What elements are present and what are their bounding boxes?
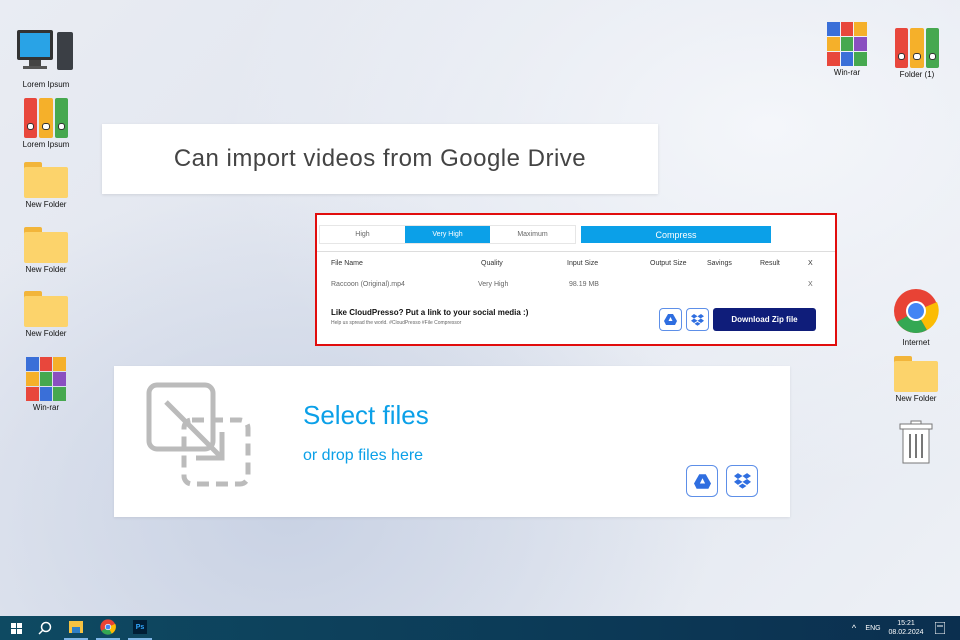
caption-banner: Can import videos from Google Drive — [102, 124, 658, 194]
download-zip-button[interactable]: Download Zip file — [713, 308, 816, 331]
desktop-icon-folder[interactable]: New Folder — [14, 227, 78, 274]
desktop-icon-computer[interactable]: Lorem Ipsum — [14, 28, 78, 89]
winrar-icon — [26, 357, 66, 401]
desktop-icon-folder[interactable]: New Folder — [884, 356, 948, 403]
google-drive-icon — [664, 314, 677, 325]
desktop-icon-label: Win-rar — [833, 68, 861, 77]
folder-icon — [24, 291, 68, 327]
col-output-size: Output Size — [650, 260, 687, 267]
notification-icon — [935, 622, 945, 634]
desktop-icon-binders[interactable]: Lorem Ipsum — [14, 98, 78, 149]
select-files-link[interactable]: Select files — [303, 400, 429, 431]
desktop-icon-label: New Folder — [25, 265, 67, 274]
binders-icon — [24, 98, 68, 138]
desktop-icon-label: New Folder — [25, 329, 67, 338]
file-name: Raccoon (Original).mp4 — [331, 281, 405, 288]
file-explorer-icon — [69, 621, 83, 633]
promo: Like CloudPresso? Put a link to your soc… — [331, 308, 528, 326]
desktop-icon-winrar[interactable]: Win-rar — [14, 357, 78, 412]
notifications-button[interactable] — [932, 616, 948, 640]
quality-tabs: High Very High Maximum — [319, 225, 576, 244]
desktop-icon-folder[interactable]: New Folder — [14, 291, 78, 338]
dropbox-icon — [691, 313, 704, 326]
clock[interactable]: 15:21 08.02.2024 — [886, 616, 926, 640]
language-indicator[interactable]: ENG — [862, 616, 884, 640]
desktop-icon-trash[interactable] — [884, 420, 948, 466]
tab-high[interactable]: High — [320, 226, 405, 243]
tab-maximum[interactable]: Maximum — [490, 226, 575, 243]
photoshop-icon: Ps — [133, 620, 147, 634]
clock-date: 08.02.2024 — [888, 629, 924, 636]
drop-files-text: or drop files here — [303, 447, 424, 464]
taskbar: Ps ^ ENG 15:21 08.02.2024 — [0, 616, 960, 640]
google-drive-button[interactable] — [659, 308, 682, 331]
dropbox-button[interactable] — [726, 465, 758, 497]
tab-very-high[interactable]: Very High — [405, 226, 490, 243]
desktop-icon-winrar[interactable]: Win-rar — [815, 22, 879, 77]
desktop-icon-label: Lorem Ipsum — [22, 140, 70, 149]
desktop-icon-label: Win-rar — [32, 403, 60, 412]
search-button[interactable] — [34, 616, 56, 640]
compress-button[interactable]: Compress — [581, 226, 771, 243]
desktop-icon-label: Folder (1) — [899, 70, 935, 79]
promo-subtitle: Help us spread the world. #CloudPresso #… — [331, 320, 462, 326]
windows-icon — [10, 622, 22, 634]
file-drop-zone[interactable]: Select files or drop files here — [114, 366, 790, 517]
desktop-icon-label: Lorem Ipsum — [22, 80, 70, 89]
col-file-name: File Name — [331, 260, 363, 267]
desktop-icon-label: Internet — [902, 338, 930, 347]
file-quality: Very High — [478, 281, 509, 288]
dropbox-icon — [733, 473, 751, 489]
desktop-icon-internet[interactable]: Internet — [884, 288, 948, 347]
desktop-icon-folder[interactable]: New Folder — [14, 162, 78, 209]
taskbar-chrome[interactable] — [96, 616, 120, 640]
dropbox-button[interactable] — [686, 308, 709, 331]
desktop-icon-binders[interactable]: Folder (1) — [885, 28, 949, 79]
upload-arrow-icon — [146, 382, 251, 487]
chrome-icon — [894, 289, 939, 333]
tray-chevron-icon[interactable]: ^ — [848, 616, 860, 640]
desktop-icon-label: New Folder — [25, 200, 67, 209]
taskbar-photoshop[interactable]: Ps — [128, 616, 152, 640]
binders-icon — [895, 28, 939, 68]
trash-icon — [899, 420, 933, 464]
taskbar-explorer[interactable] — [64, 616, 88, 640]
divider — [317, 251, 835, 252]
start-button[interactable] — [6, 616, 26, 640]
search-icon — [38, 621, 52, 635]
folder-icon — [24, 227, 68, 263]
folder-icon — [24, 162, 68, 198]
col-savings: Savings — [707, 260, 732, 267]
clear-all-button[interactable]: X — [808, 260, 813, 267]
chrome-icon — [100, 619, 116, 635]
clock-time: 15:21 — [897, 620, 915, 627]
col-input-size: Input Size — [567, 260, 599, 267]
promo-title: Like CloudPresso? Put a link to your soc… — [331, 308, 529, 317]
compressor-panel: High Very High Maximum Compress File Nam… — [315, 213, 837, 346]
google-drive-icon — [693, 473, 711, 489]
file-input-size: 98.19 MB — [569, 281, 599, 288]
desktop-icon-label: New Folder — [895, 394, 937, 403]
col-result: Result — [760, 260, 780, 267]
folder-icon — [894, 356, 938, 392]
google-drive-button[interactable] — [686, 465, 718, 497]
remove-file-button[interactable]: X — [808, 281, 813, 288]
computer-icon — [17, 30, 73, 70]
col-quality: Quality — [481, 260, 503, 267]
winrar-icon — [827, 22, 867, 66]
